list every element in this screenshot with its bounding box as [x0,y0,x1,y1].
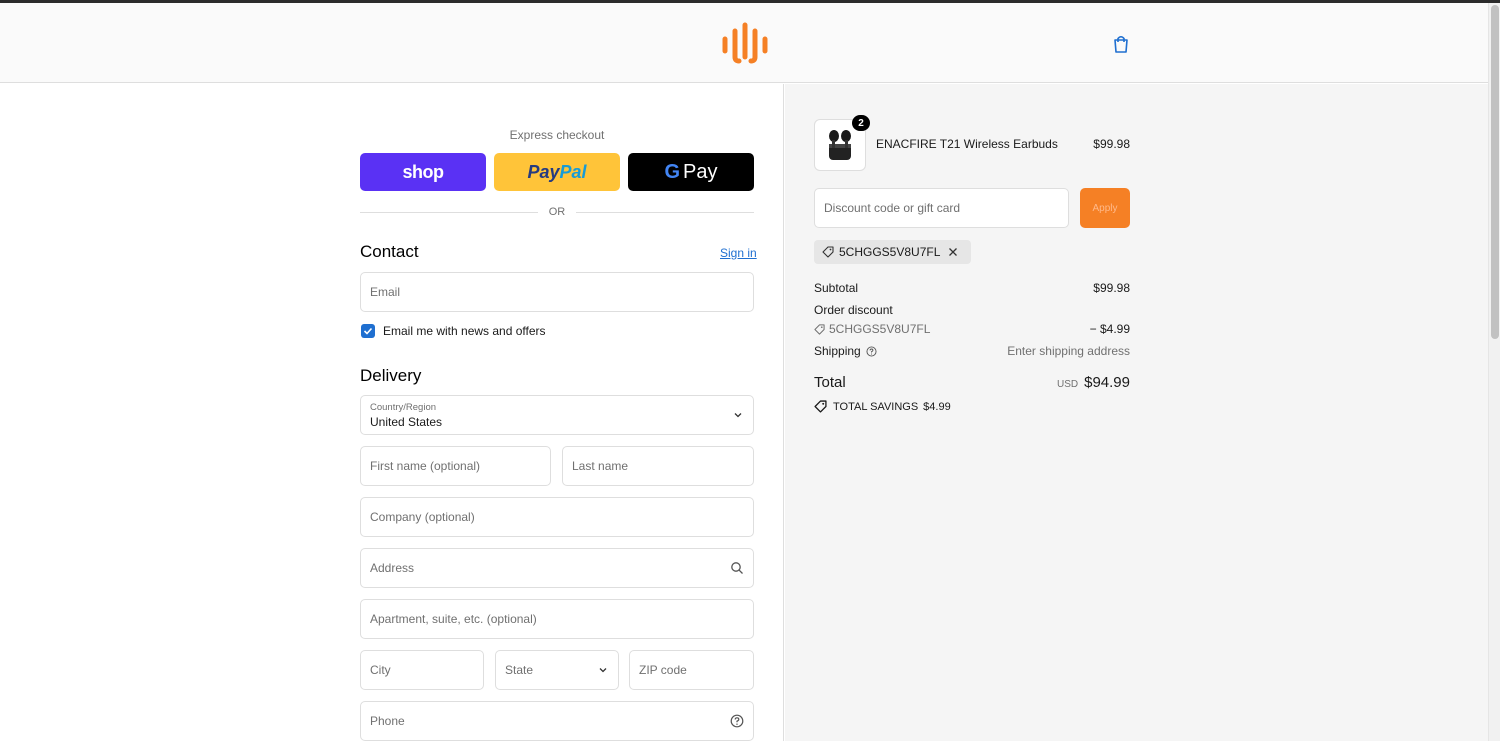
sign-in-link[interactable]: Sign in [720,246,757,260]
applied-code-label: 5CHGGS5V8U7FL [839,245,941,259]
subtotal-label: Subtotal [814,281,859,295]
shipping-label-group: Shipping [814,344,877,358]
total-amount-group: USD $94.99 [1057,374,1130,391]
paypal-label-pay: Pay [527,161,560,182]
subtotal-row: Subtotal $99.98 [814,281,1130,295]
total-value: $94.99 [1084,374,1130,391]
newsletter-label: Email me with news and offers [383,324,546,338]
country-value: United States [370,414,443,429]
checkout-header [0,3,1488,83]
applied-discount-chip: 5CHGGS5V8U7FL [814,240,972,264]
country-select[interactable]: Country/Region United States [360,395,754,435]
state-select[interactable]: State [495,650,619,690]
chevron-down-icon [734,413,742,418]
scrollbar-thumb[interactable] [1491,5,1499,339]
first-name-field[interactable]: First name (optional) [360,446,551,486]
zip-placeholder: ZIP code [639,663,687,677]
phone-placeholder: Phone [370,714,405,728]
email-placeholder: Email [370,285,401,299]
delivery-heading: Delivery [360,366,422,385]
discount-code-text: 5CHGGS5V8U7FL [829,322,931,336]
apply-discount-button[interactable]: Apply [1080,188,1130,228]
savings-label: TOTAL SAVINGS [833,400,919,413]
search-icon[interactable] [730,561,744,575]
currency-code: USD [1056,379,1079,390]
discount-code-line: 5CHGGS5V8U7FL [814,322,930,336]
or-label: OR [548,206,566,218]
brand-logo-icon[interactable] [720,21,770,65]
discount-value: − $4.99 [1089,322,1130,336]
close-icon[interactable] [948,247,958,257]
zip-code-field[interactable]: ZIP code [629,650,754,690]
last-name-field[interactable]: Last name [562,446,754,486]
apartment-field[interactable]: Apartment, suite, etc. (optional) [360,599,754,639]
quantity-badge: 2 [852,115,870,131]
shipping-value: Enter shipping address [1007,344,1130,358]
paypal-button[interactable]: Pay Pal [494,153,620,191]
subtotal-value: $99.98 [1093,281,1130,295]
country-label: Country/Region [370,401,437,413]
total-label: Total [814,374,846,391]
discount-code-row: 5CHGGS5V8U7FL − $4.99 [814,322,1130,336]
tag-icon [822,246,834,258]
tag-icon [814,323,825,335]
tag-icon [814,400,827,413]
google-pay-button[interactable]: G Pay [628,153,754,191]
total-row: Total USD $94.99 [814,374,1130,391]
contact-heading: Contact [360,242,419,261]
order-summary-column: 2 ENACFIRE T21 Wireless Earbuds $99.98 D… [785,84,1488,741]
last-name-placeholder: Last name [572,459,629,473]
email-field[interactable]: Email [360,272,754,312]
total-savings: TOTAL SAVINGS $4.99 [814,400,951,413]
help-circle-icon[interactable] [730,714,744,728]
shop-pay-button[interactable]: shop [360,153,486,191]
apply-label: Apply [1092,202,1118,214]
shipping-label: Shipping [814,344,861,358]
order-discount-row: Order discount [814,303,1130,317]
city-field[interactable]: City [360,650,484,690]
page-scrollbar[interactable] [1488,3,1500,741]
chevron-down-icon [599,668,607,673]
newsletter-option: Email me with news and offers [361,324,546,338]
city-placeholder: City [370,663,391,677]
paypal-label-pal: Pal [559,161,587,182]
product-price: $99.98 [1093,137,1130,151]
product-name: ENACFIRE T21 Wireless Earbuds [876,137,1058,151]
phone-field[interactable]: Phone [360,701,754,741]
address-placeholder: Address [370,561,415,575]
company-placeholder: Company (optional) [370,510,475,524]
google-g-icon: G [664,160,681,183]
help-circle-icon[interactable] [866,345,877,357]
newsletter-checkbox[interactable] [361,324,375,338]
shop-pay-label: shop [402,161,445,182]
checkmark-icon [363,327,373,335]
apartment-placeholder: Apartment, suite, etc. (optional) [370,612,537,626]
google-pay-label: Pay [683,160,718,183]
company-field[interactable]: Company (optional) [360,497,754,537]
order-discount-label: Order discount [814,303,893,317]
express-checkout-label: Express checkout [509,128,605,142]
or-divider: OR [360,204,754,220]
discount-placeholder: Discount code or gift card [824,201,961,215]
checkout-form-column: Express checkout shop Pay Pal G Pay OR Co… [0,84,784,741]
savings-value: $4.99 [923,400,951,413]
shopping-bag-icon[interactable] [1110,33,1132,55]
shipping-row: Shipping Enter shipping address [814,344,1130,358]
discount-code-field[interactable]: Discount code or gift card [814,188,1069,228]
first-name-placeholder: First name (optional) [370,459,481,473]
address-field[interactable]: Address [360,548,754,588]
state-placeholder: State [505,663,534,677]
